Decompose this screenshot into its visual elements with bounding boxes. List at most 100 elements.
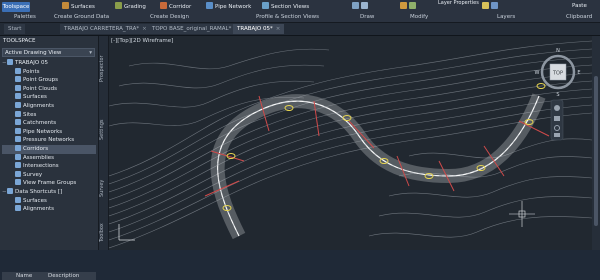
side-tab-prospector[interactable]: Prospector (99, 44, 108, 94)
tree-item-label: Assemblies (23, 154, 55, 161)
tree-node-icon (15, 127, 21, 134)
tab-trabajo-05[interactable]: TRABAJO 05* × (233, 24, 285, 34)
tree-item[interactable]: Points (2, 67, 96, 77)
tree-item[interactable]: − TRABAJO 05 (2, 59, 96, 68)
tree-node-icon (15, 205, 21, 212)
pan-icon[interactable] (554, 116, 560, 121)
view-selector-label: Active Drawing View (5, 50, 62, 56)
tree-node-icon (15, 162, 21, 169)
panel-create-design: Create Design (150, 14, 190, 20)
tree-item[interactable]: Alignments (2, 101, 96, 111)
layer-state-icon (491, 2, 498, 9)
viewport-controls-label[interactable]: [-][Top][2D Wireframe] (111, 38, 173, 44)
tree-node-icon (15, 179, 21, 186)
move-icon (400, 2, 407, 9)
tree-item-label: Surfaces (23, 197, 47, 204)
tree-item[interactable]: Alignments (2, 205, 96, 214)
tree-item-label: Corridors (23, 145, 49, 152)
tree-item[interactable]: Pressure Networks (2, 136, 96, 145)
steering-wheel-icon[interactable] (554, 105, 560, 111)
tree-item[interactable]: Sites (2, 110, 96, 120)
tree-node-icon (15, 93, 21, 100)
navigation-bar[interactable] (550, 99, 564, 141)
chevron-down-icon: ▾ (89, 50, 92, 56)
tree-item[interactable]: − Data Shortcuts [] (2, 187, 96, 197)
close-icon[interactable]: × (142, 26, 147, 32)
tree-item[interactable]: Point Clouds (2, 84, 96, 94)
layer-controls[interactable] (482, 2, 500, 11)
tab-trabajo-carretera[interactable]: TRABAJO CARRETERA_TRA* × (60, 24, 151, 34)
paste-button[interactable]: Paste (572, 2, 587, 11)
section-views-button[interactable]: Section Views (262, 2, 309, 11)
side-tab-settings[interactable]: Settings (99, 110, 108, 150)
modify-tools[interactable] (400, 2, 418, 11)
side-tab-toolbox[interactable]: Toolbox (99, 218, 108, 248)
toolspace-button[interactable]: Toolspace (2, 2, 30, 12)
side-tab-survey[interactable]: Survey (99, 170, 108, 206)
prospector-tree: − TRABAJO 05 Points Point Groups Point Cloud… (2, 59, 96, 214)
tree-node-icon (7, 59, 13, 65)
grading-icon (115, 2, 122, 9)
paste-label: Paste (572, 3, 587, 9)
toolspace-panel: TOOLSPACE Active Drawing View ▾ − TRABAJO … (0, 36, 99, 280)
layer-bulb-icon (482, 2, 489, 9)
tree-item-label: Survey (23, 171, 43, 178)
tree-item[interactable]: Survey (2, 170, 96, 180)
tree-item[interactable]: Pipe Networks (2, 127, 96, 137)
grading-label: Grading (124, 4, 146, 10)
layer-properties-label: Layer Properties (438, 0, 479, 6)
crosshair-cursor (509, 201, 535, 227)
ribbon: Toolspace Surfaces Grading Corridor Pipe… (0, 0, 600, 23)
surfaces-button[interactable]: Surfaces (62, 2, 95, 11)
close-icon[interactable]: × (276, 26, 281, 32)
tree-item[interactable]: Surfaces (2, 196, 96, 206)
corridor-button[interactable]: Corridor (160, 2, 191, 11)
tree-node-icon (15, 110, 21, 117)
surfaces-label: Surfaces (71, 4, 95, 10)
tree-item-label: View Frame Groups (23, 180, 77, 187)
right-scrollbar[interactable] (592, 36, 600, 250)
panel-profile-section-views: Profile & Section Views (256, 14, 319, 20)
compass-w-label: W (535, 70, 540, 76)
orbit-icon[interactable] (554, 133, 560, 137)
tree-item-label: Alignments (23, 102, 55, 109)
description-header: Name Description (2, 272, 96, 280)
tree-node-icon (15, 136, 21, 143)
scrollbar-thumb[interactable] (594, 76, 598, 226)
layer-properties-button[interactable]: Layer Properties (438, 0, 479, 9)
tree-node-icon (15, 196, 21, 203)
view-selector[interactable]: Active Drawing View ▾ (2, 48, 95, 57)
drawing-canvas[interactable]: TOP N S E W [-][Top][2D Wireframe] (109, 36, 592, 250)
surfaces-icon (62, 2, 69, 9)
tree-item[interactable]: Corridors (2, 144, 96, 154)
document-tabs: Start TRABAJO CARRETERA_TRA* × TOPO BASE_… (0, 23, 600, 36)
tree-node-icon (15, 119, 21, 126)
tab-label: TRABAJO CARRETERA_TRA* (64, 26, 140, 32)
tree-item[interactable]: Intersections (2, 162, 96, 171)
pipe-network-icon (206, 2, 213, 9)
column-description[interactable]: Description (48, 272, 79, 280)
tree-item[interactable]: Point Groups (2, 76, 96, 85)
tree-node-icon (15, 170, 21, 177)
tab-label: TRABAJO 05* (237, 26, 273, 32)
tree-node-icon (15, 144, 21, 151)
panel-create-ground-data: Create Ground Data (54, 14, 110, 20)
column-name[interactable]: Name (16, 272, 32, 280)
tree-item[interactable]: View Frame Groups (2, 179, 96, 188)
section-views-icon (262, 2, 269, 9)
tree-item[interactable]: Surfaces (2, 93, 96, 102)
tree-node-icon (15, 67, 21, 74)
tab-start[interactable]: Start (4, 24, 26, 34)
viewcube-top-label: TOP (552, 71, 563, 77)
tree-item[interactable]: Catchments (2, 119, 96, 128)
draw-tools[interactable] (352, 2, 370, 11)
drawing-svg: TOP N S E W (109, 40, 592, 249)
pipe-network-button[interactable]: Pipe Network (206, 2, 251, 11)
tab-topo-base[interactable]: TOPO BASE_original_RAMAL*× (148, 24, 243, 34)
tree-node-icon (7, 187, 13, 194)
tree-item[interactable]: Assemblies (2, 153, 96, 163)
line-icon (352, 2, 359, 9)
tab-label: TOPO BASE_original_RAMAL* (152, 26, 232, 32)
corridor-icon (160, 2, 167, 9)
grading-button[interactable]: Grading (115, 2, 146, 11)
